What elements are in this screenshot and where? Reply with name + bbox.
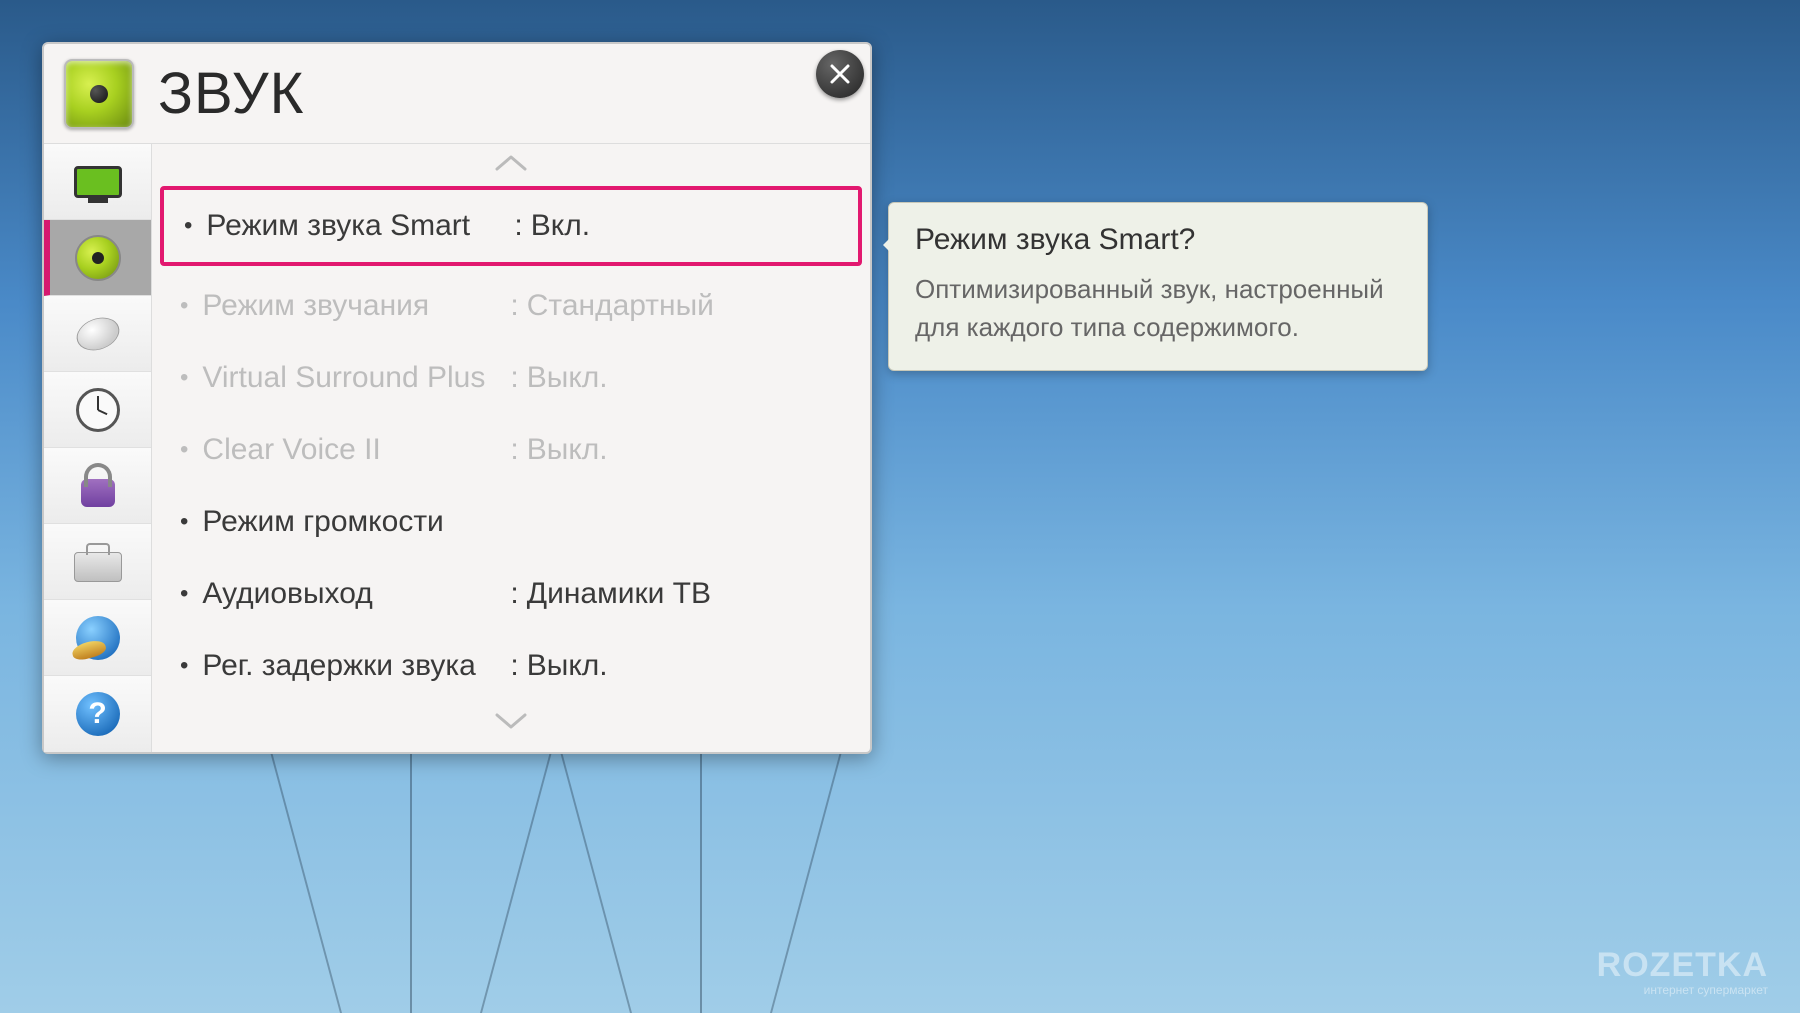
sidebar-item-support[interactable]: ? (44, 676, 151, 752)
clock-icon (76, 388, 120, 432)
watermark-brand: ROZETKA (1597, 946, 1768, 985)
colon: : (514, 209, 522, 243)
bg-tower (410, 753, 412, 1013)
dialog-title: ЗВУК (158, 60, 304, 127)
option-label: Режим звучания (202, 289, 502, 323)
option-audio-output[interactable]: • Аудиовыход : Динамики ТВ (160, 558, 862, 630)
settings-dialog: ЗВУК (42, 42, 872, 754)
scroll-up-button[interactable] (160, 144, 862, 182)
bg-tower (700, 753, 702, 1013)
globe-icon (76, 616, 120, 660)
option-label: Режим звука Smart (206, 209, 506, 243)
monitor-icon (74, 166, 122, 198)
colon: : (510, 577, 518, 611)
colon: : (510, 433, 518, 467)
bullet-icon: • (180, 436, 188, 464)
bullet-icon: • (180, 508, 188, 536)
colon: : (510, 361, 518, 395)
tooltip-title: Режим звука Smart? (915, 223, 1401, 257)
option-value: Выкл. (527, 649, 608, 683)
option-value: Стандартный (527, 289, 714, 323)
toolbox-icon (74, 552, 122, 582)
option-virtual-surround: • Virtual Surround Plus : Выкл. (160, 342, 862, 414)
satellite-icon (72, 312, 124, 356)
speaker-icon (64, 59, 134, 129)
sidebar-item-time[interactable] (44, 372, 151, 448)
bullet-icon: • (184, 212, 192, 240)
chevron-up-icon (493, 153, 529, 173)
colon: : (510, 649, 518, 683)
sidebar-item-picture[interactable] (44, 144, 151, 220)
sidebar-item-network[interactable] (44, 600, 151, 676)
option-value: Выкл. (527, 433, 608, 467)
bullet-icon: • (180, 292, 188, 320)
option-label: Рег. задержки звука (202, 649, 502, 683)
watermark-tagline: интернет супермаркет (1597, 983, 1768, 997)
bullet-icon: • (180, 652, 188, 680)
help-tooltip: Режим звука Smart? Оптимизированный звук… (888, 202, 1428, 371)
option-label: Аудиовыход (202, 577, 502, 611)
bullet-icon: • (180, 580, 188, 608)
option-value: Выкл. (527, 361, 608, 395)
sidebar-item-channel[interactable] (44, 296, 151, 372)
options-panel: • Режим звука Smart : Вкл. • Режим звуча… (152, 144, 870, 752)
option-sound-mode: • Режим звучания : Стандартный (160, 270, 862, 342)
sidebar-item-sound[interactable] (44, 220, 151, 296)
chevron-down-icon (493, 711, 529, 731)
settings-sidebar: ? (44, 144, 152, 752)
help-icon: ? (76, 692, 120, 736)
option-label: Clear Voice II (202, 433, 502, 467)
colon: : (510, 289, 518, 323)
dialog-header: ЗВУК (44, 44, 870, 143)
option-label: Режим громкости (202, 505, 502, 539)
option-smart-sound-mode[interactable]: • Режим звука Smart : Вкл. (160, 186, 862, 266)
option-value: Динамики ТВ (527, 577, 711, 611)
option-av-sync[interactable]: • Рег. задержки звука : Выкл. (160, 630, 862, 702)
scroll-down-button[interactable] (160, 702, 862, 740)
close-button[interactable] (816, 50, 864, 98)
bullet-icon: • (180, 364, 188, 392)
option-volume-mode[interactable]: • Режим громкости (160, 486, 862, 558)
speaker-icon (75, 235, 121, 281)
sidebar-item-option[interactable] (44, 524, 151, 600)
dialog-body: ? • Режим звука Smart : Вкл. • Режим зву… (44, 143, 870, 752)
option-clear-voice: • Clear Voice II : Выкл. (160, 414, 862, 486)
sidebar-item-lock[interactable] (44, 448, 151, 524)
close-icon (828, 62, 852, 86)
option-value: Вкл. (531, 209, 590, 243)
lock-icon (81, 479, 115, 507)
tooltip-body: Оптимизированный звук, настроенный для к… (915, 271, 1401, 346)
option-label: Virtual Surround Plus (202, 361, 502, 395)
watermark: ROZETKA интернет супермаркет (1597, 946, 1768, 997)
